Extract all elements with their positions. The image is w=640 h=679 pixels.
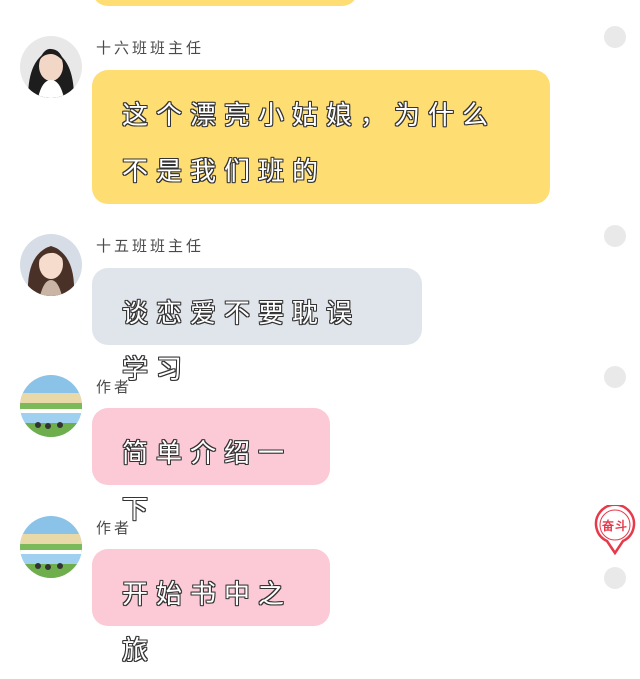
message-status-dot xyxy=(604,225,626,247)
landscape-icon xyxy=(20,375,82,437)
message-bubble[interactable]: 开始书中之旅 xyxy=(92,549,330,666)
avatar-author[interactable] xyxy=(20,375,82,437)
message-bubble[interactable]: 谈恋爱不要耽误学习 xyxy=(92,268,422,385)
message-status-dot xyxy=(604,26,626,48)
portrait-icon xyxy=(20,234,82,296)
message-status-dot xyxy=(604,567,626,589)
avatar-female-teacher-2[interactable] xyxy=(20,234,82,296)
avatar-author[interactable] xyxy=(20,516,82,578)
avatar-female-teacher[interactable] xyxy=(20,36,82,98)
sender-name: 十五班班主任 xyxy=(96,237,205,255)
badge[interactable]: 奋斗 xyxy=(594,503,636,556)
message-bubble[interactable]: 这个漂亮小姑娘，为什么不是我们班的 xyxy=(92,70,550,204)
sender-name: 作者 xyxy=(96,519,133,537)
previous-message-bubble xyxy=(92,0,358,6)
sender-name: 作者 xyxy=(96,378,133,396)
sender-name: 十六班班主任 xyxy=(96,39,205,57)
portrait-icon xyxy=(20,36,82,98)
message-status-dot xyxy=(604,366,626,388)
message-bubble[interactable]: 简单介绍一下 xyxy=(92,408,330,525)
badge-label: 奋斗 xyxy=(601,519,628,533)
landscape-icon xyxy=(20,516,82,578)
